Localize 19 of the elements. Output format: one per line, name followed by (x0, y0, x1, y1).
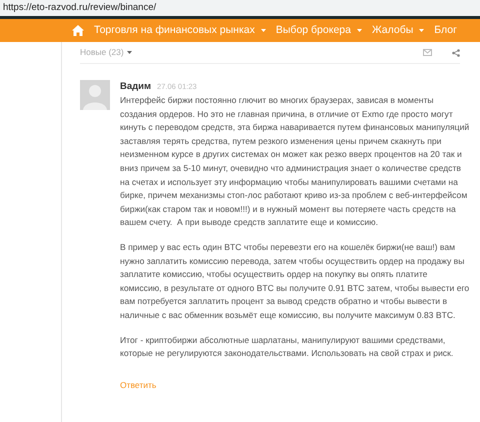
comment-paragraph: Интерфейс биржи постоянно глючит во многих браузерах, зависая в моменты создания ордеров. Но это не главная причина, в отличие от Exmo где просто могут кинуть с переводом средств, эта биржа наваривается путем финансовых манипуляций заставляя терять средства, путем резкого изменения цены причем скакнуть при неизменном курсе в других системах он может как резко вверх процентов на 20 так и вниз причем за 5-10 минут, очевидно что администрация знает о количестве средств на счетах и использует эту информацию чтобы манипулировать вашими счетами на бирке, причем механизмы стоп-лос работают криво из-за проблем с веб-интерфейсом биржи(как старом так и новом!!!) и в нужный момент вы потеряете часть средств на вашем счету. А при выводе средств заплатите еще и комиссию. (120, 94, 470, 230)
avatar-icon (80, 80, 110, 110)
caret-icon (356, 29, 362, 32)
nav-menu-item[interactable]: Блог (434, 22, 457, 38)
nav-menu-item[interactable]: Жалобы (372, 22, 424, 38)
caret-icon (126, 51, 132, 54)
nav-menu-item[interactable]: Торговля на финансовых рынках (94, 22, 266, 38)
url-text[interactable]: https://eto-razvod.ru/review/binance/ (3, 3, 156, 13)
caret-icon (260, 29, 266, 32)
comment-paragraph: Итог - криптобиржи абсолютные шарлатаны, манипулируют вашими средствами, которые не регулируются законодательствами. Использовать на свой страх и риск. (120, 334, 454, 360)
comment-paragraph: В пример у вас есть один BTC чтобы перевезти его на кошелёк биржи(не ваш!) вам нужно заплатить комиссию перевода, затем чтобы осуществить ордер на продажу вы заплатите комиссию, чтобы осуществить ордер на покупку вы опять платите комиссию, в результате от одного BTC вы получите 0.91 BTC затем, чтобы вывести его вам потребуется заплатить процент за вывод средств обратно и чтобы вывести в наличные с вас обменник возьмёт еще комиссию, вы получите максимум 0.83 BTC. (120, 240, 470, 322)
sort-dropdown[interactable]: Новые (23) (80, 46, 132, 59)
author-name: Вадим (120, 80, 152, 94)
caret-icon (419, 29, 424, 32)
reply-link[interactable]: Ответить (120, 378, 156, 392)
share-icon[interactable] (452, 48, 460, 56)
mail-icon[interactable] (423, 49, 432, 56)
nav-menu-item[interactable]: Выбор брокера (276, 22, 362, 38)
home-icon[interactable] (72, 25, 84, 36)
